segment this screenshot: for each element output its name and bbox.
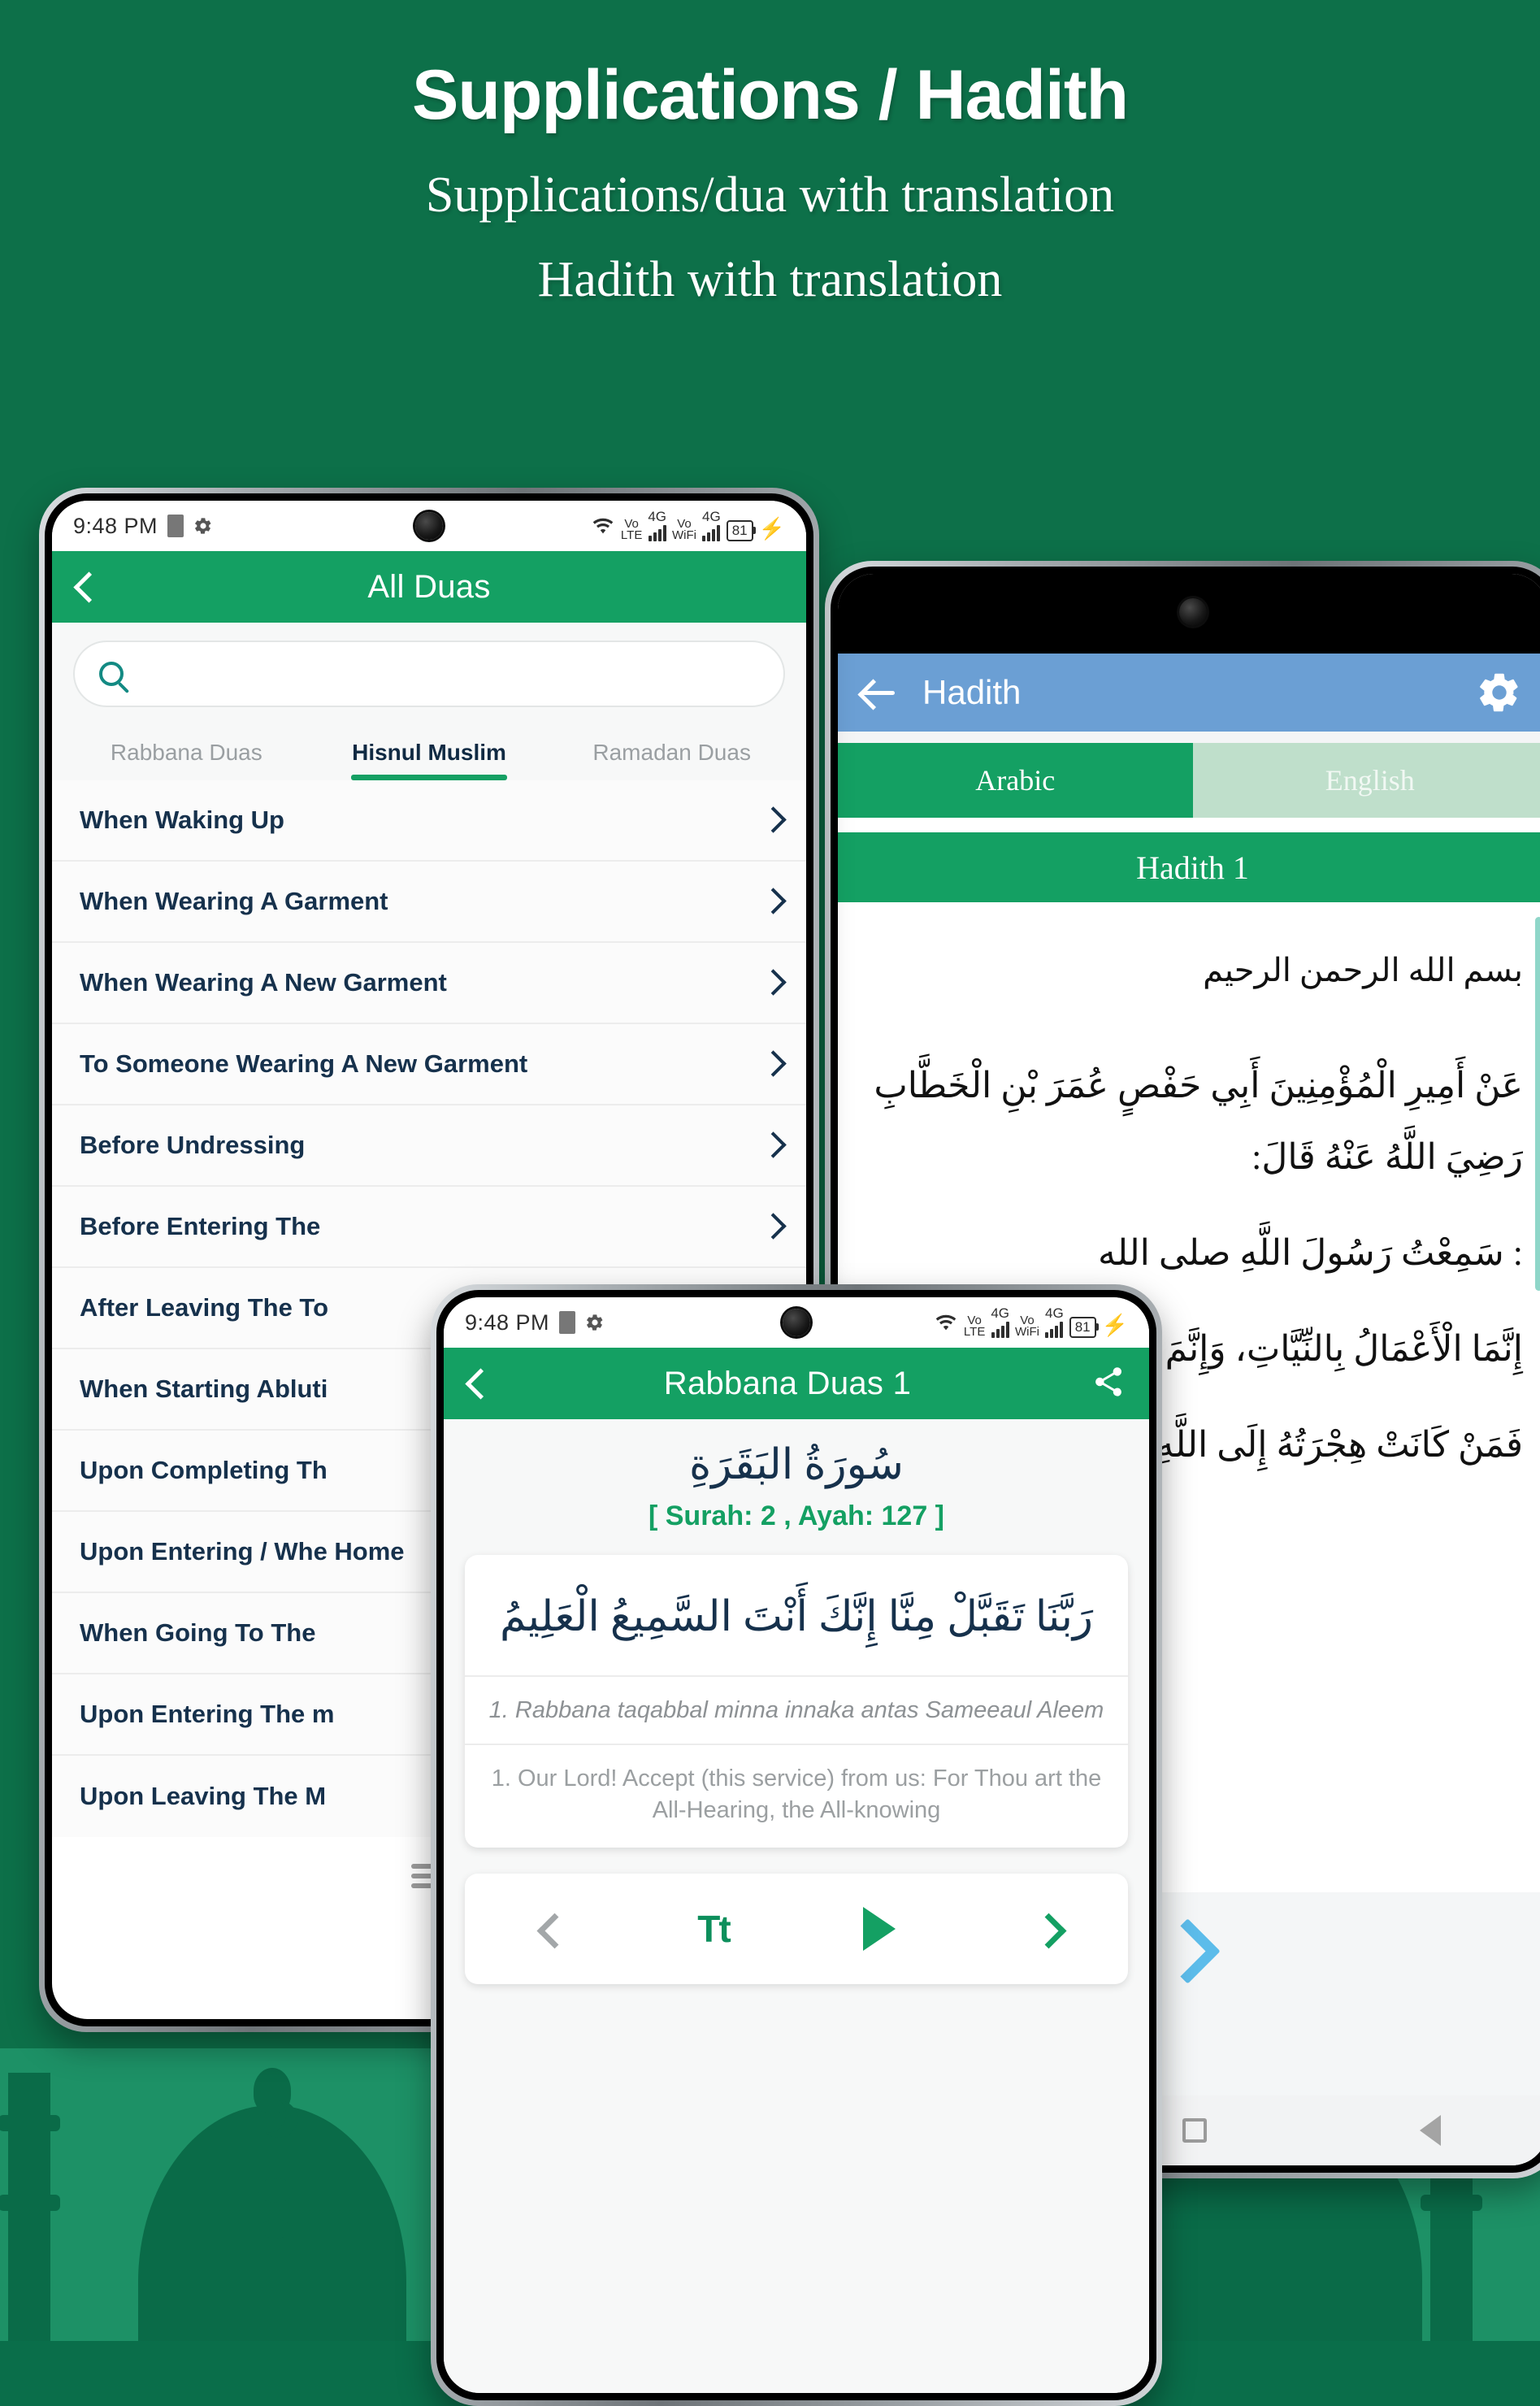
tab-ramadan-duas[interactable]: Ramadan Duas — [550, 728, 793, 780]
status-time: 9:48 PM — [465, 1310, 549, 1335]
hadith-line: : سَمِعْتُ رَسُولَ اللَّهِ صلى الله — [867, 1218, 1523, 1289]
hadith-section-title: Hadith 1 — [838, 832, 1540, 902]
wifi-icon — [591, 516, 615, 541]
battery-icon: 81 — [1069, 1317, 1096, 1338]
previous-dua-button[interactable] — [465, 1912, 631, 1946]
volte-indicator: Vo LTE — [621, 519, 642, 542]
hadith-line: بسم الله الرحمن الرحيم — [867, 938, 1523, 1003]
search-input[interactable] — [138, 661, 759, 687]
charging-bolt-icon: ⚡ — [1102, 1313, 1128, 1338]
surah-name-arabic: سُورَةُ البَقَرَةِ — [444, 1419, 1149, 1496]
hero-text-block: Supplications / Hadith Supplications/dua… — [0, 59, 1540, 308]
rabbana-title: Rabbana Duas 1 — [484, 1366, 1091, 1402]
front-camera-icon — [415, 512, 443, 540]
hadith-appbar: Hadith — [838, 654, 1540, 732]
gear-icon[interactable] — [1476, 669, 1523, 716]
list-item-label: When Waking Up — [80, 804, 756, 836]
network-gen-1: 4G — [991, 1307, 1009, 1338]
page-title: Supplications / Hadith — [0, 59, 1540, 132]
search-icon — [99, 662, 124, 686]
dua-category-tabs: Rabbana Duas Hisnul Muslim Ramadan Duas — [52, 722, 806, 780]
chevron-right-icon — [764, 808, 779, 832]
share-icon[interactable] — [1091, 1364, 1126, 1404]
list-item[interactable]: To Someone Wearing A New Garment — [52, 1024, 806, 1105]
home-icon[interactable] — [1182, 2118, 1207, 2143]
next-dua-button[interactable] — [962, 1912, 1128, 1946]
notification-square-icon — [167, 515, 184, 537]
hadith-notch — [838, 574, 1540, 654]
phone-rabbana-duas: 9:48 PM — [431, 1284, 1162, 2406]
all-duas-title: All Duas — [93, 569, 766, 606]
status-bar: 9:48 PM — [444, 1297, 1149, 1348]
front-camera-icon — [783, 1309, 810, 1336]
dua-translation: 1. Our Lord! Accept (this service) from … — [465, 1744, 1128, 1848]
notification-square-icon — [559, 1311, 575, 1334]
network-gen-2: 4G — [702, 510, 721, 541]
chevron-right-icon — [764, 1052, 779, 1076]
list-item-label: When Wearing A Garment — [80, 885, 756, 917]
list-item[interactable]: When Wearing A Garment — [52, 862, 806, 943]
chevron-right-icon — [764, 971, 779, 995]
front-camera-icon — [1179, 598, 1207, 626]
hadith-appbar-title: Hadith — [922, 673, 1476, 712]
surah-reference: [ Surah: 2 , Ayah: 127 ] — [444, 1496, 1149, 1555]
list-item[interactable]: When Wearing A New Garment — [52, 943, 806, 1024]
list-item-label: To Someone Wearing A New Garment — [80, 1048, 756, 1079]
chevron-left-icon[interactable] — [466, 1367, 484, 1400]
chevron-right-icon — [764, 1133, 779, 1157]
tab-rabbana-duas[interactable]: Rabbana Duas — [65, 728, 308, 780]
search-box[interactable] — [73, 641, 785, 707]
volte-indicator: Vo LTE — [964, 1315, 985, 1339]
vowifi-indicator: Vo WiFi — [1015, 1315, 1039, 1339]
back-triangle-icon[interactable] — [1420, 2115, 1441, 2146]
play-icon — [863, 1907, 896, 1951]
search-zone — [52, 623, 806, 722]
list-item[interactable]: Before Entering The — [52, 1187, 806, 1268]
rabbana-body: سُورَةُ البَقَرَةِ [ Surah: 2 , Ayah: 12… — [444, 1419, 1149, 2393]
dua-card: رَبَّنَا تَقَبَّلْ مِنَّا إِنَّكَ أَنْتَ… — [465, 1555, 1128, 1848]
android-debug-icon — [585, 1313, 605, 1332]
hero-subtitle-1: Supplications/dua with translation — [0, 167, 1540, 223]
chevron-right-icon — [1036, 1912, 1054, 1946]
arrow-left-icon[interactable] — [862, 676, 900, 709]
vowifi-indicator: Vo WiFi — [672, 519, 696, 542]
dua-toolbar: Tt — [465, 1874, 1128, 1984]
battery-icon: 81 — [727, 520, 753, 541]
list-item-label: Before Entering The — [80, 1210, 756, 1242]
status-bar: 9:48 PM — [52, 501, 806, 551]
dua-transliteration: 1. Rabbana taqabbal minna innaka antas S… — [465, 1675, 1128, 1744]
network-gen-1: 4G — [648, 510, 666, 541]
chevron-right-icon — [764, 889, 779, 914]
chevron-left-icon — [539, 1912, 557, 1946]
network-gen-2: 4G — [1045, 1307, 1064, 1338]
segment-arabic[interactable]: Arabic — [838, 743, 1193, 818]
font-size-label: Tt — [697, 1907, 729, 1951]
vertical-scrollbar[interactable] — [1535, 917, 1540, 1291]
dua-arabic-text: رَبَّنَا تَقَبَّلْ مِنَّا إِنَّكَ أَنْتَ… — [465, 1555, 1128, 1675]
all-duas-appbar: All Duas — [52, 551, 806, 623]
list-item-label: When Wearing A New Garment — [80, 966, 756, 998]
hadith-language-segment: Arabic English — [838, 732, 1540, 818]
hero-subtitle-2: Hadith with translation — [0, 252, 1540, 307]
play-audio-button[interactable] — [796, 1907, 962, 1951]
wifi-icon — [934, 1313, 958, 1338]
list-item[interactable]: When Waking Up — [52, 780, 806, 862]
status-time: 9:48 PM — [73, 514, 158, 539]
hadith-line: عَنْ أَمِيرِ الْمُؤْمِنِينَ أَبِي حَفْصٍ… — [867, 1050, 1523, 1193]
font-size-button[interactable]: Tt — [631, 1907, 796, 1951]
list-item-label: Before Undressing — [80, 1129, 756, 1161]
charging-bolt-icon: ⚡ — [759, 516, 785, 541]
android-debug-icon — [193, 516, 213, 536]
list-item[interactable]: Before Undressing — [52, 1105, 806, 1187]
chevron-right-icon[interactable] — [1165, 1920, 1197, 1974]
rabbana-appbar: Rabbana Duas 1 — [444, 1348, 1149, 1419]
segment-english[interactable]: English — [1193, 743, 1540, 818]
chevron-right-icon — [764, 1214, 779, 1239]
tab-hisnul-muslim[interactable]: Hisnul Muslim — [308, 728, 551, 780]
chevron-left-icon[interactable] — [75, 571, 93, 603]
